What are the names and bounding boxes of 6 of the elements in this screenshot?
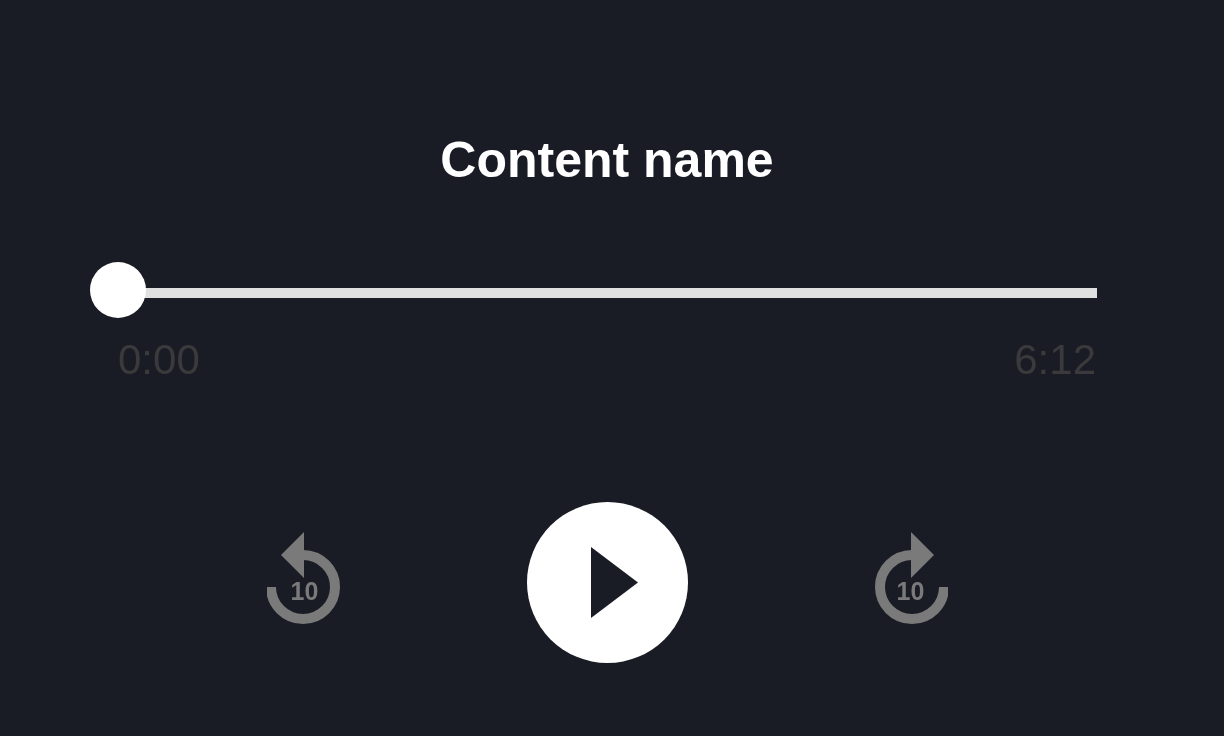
- seek-thumb[interactable]: [90, 262, 146, 318]
- skip-forward-button[interactable]: 10: [873, 532, 948, 624]
- skip-back-button[interactable]: 10: [267, 532, 342, 624]
- clockwise-arrow-icon: [873, 532, 948, 624]
- content-title: Content name: [440, 131, 775, 190]
- counterclockwise-arrow-icon: [267, 532, 342, 624]
